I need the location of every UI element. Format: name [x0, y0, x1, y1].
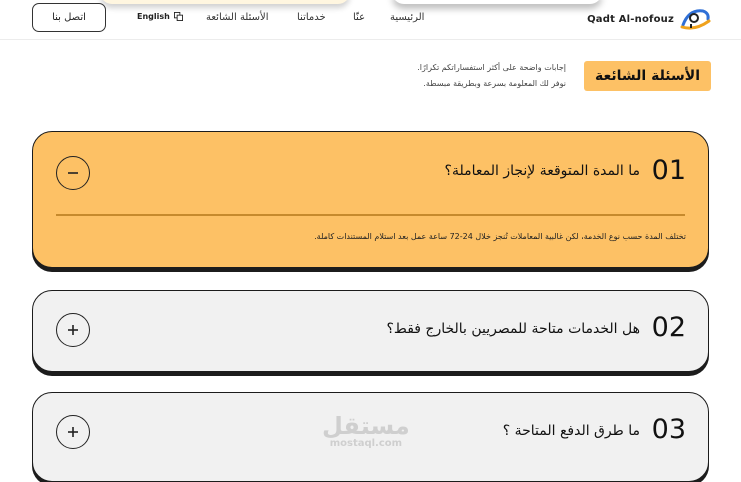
language-switch[interactable]: English — [137, 12, 183, 21]
faq-question[interactable]: هل الخدمات متاحة للمصريين بالخارج فقط؟ — [386, 321, 640, 337]
top-navbar: Qadt Al-nofouz الرئيسية عنّا خدماتنا الأ… — [0, 0, 741, 40]
logo-text: Qadt Al-nofouz — [587, 13, 674, 25]
nav-home[interactable]: الرئيسية — [390, 12, 424, 23]
faq-number: 01 — [651, 155, 686, 186]
nav-services[interactable]: خدماتنا — [297, 12, 326, 23]
faq-question[interactable]: ما طرق الدفع المتاحة ؟ — [503, 423, 640, 439]
logo-icon — [680, 9, 711, 30]
nav-faq[interactable]: الأسئلة الشائعة — [206, 12, 269, 23]
faq-item-1[interactable]: 01 ما المدة المتوقعة لإنجاز المعاملة؟ تخ… — [32, 131, 709, 268]
brand-logo[interactable]: Qadt Al-nofouz — [587, 4, 711, 34]
expand-toggle-button[interactable] — [56, 313, 90, 347]
minus-icon — [68, 172, 78, 174]
contact-button[interactable]: اتصل بنا — [32, 3, 106, 32]
language-label: English — [137, 12, 170, 21]
watermark-arabic: مستقل — [322, 412, 410, 440]
faq-answer: تختلف المدة حسب نوع الخدمة، لكن غالبية ا… — [314, 232, 686, 241]
section-intro-line: إجابات واضحة على أكثر استفساراتكم تكرارً… — [417, 63, 566, 72]
plus-icon — [68, 325, 78, 335]
nav-about[interactable]: عنّا — [353, 12, 365, 23]
faq-number: 02 — [651, 312, 686, 343]
faq-question[interactable]: ما المدة المتوقعة لإنجاز المعاملة؟ — [445, 163, 640, 179]
faq-number: 03 — [651, 414, 686, 445]
collapse-toggle-button[interactable] — [56, 156, 90, 190]
expand-toggle-button[interactable] — [56, 415, 90, 449]
plus-icon — [68, 427, 78, 437]
faq-item-2[interactable]: 02 هل الخدمات متاحة للمصريين بالخارج فقط… — [32, 290, 709, 372]
divider — [56, 214, 685, 216]
translate-icon — [173, 12, 183, 21]
section-title: الأسئلة الشائعة — [584, 61, 711, 91]
watermark-latin: mostaql.com — [329, 438, 403, 449]
decorative-shape — [392, 0, 602, 4]
decorative-shape — [100, 0, 350, 4]
watermark: مستقل mostaql.com — [322, 414, 410, 450]
section-intro-line: نوفر لك المعلومة بسرعة وبطريقة مبسطة. — [423, 79, 566, 88]
